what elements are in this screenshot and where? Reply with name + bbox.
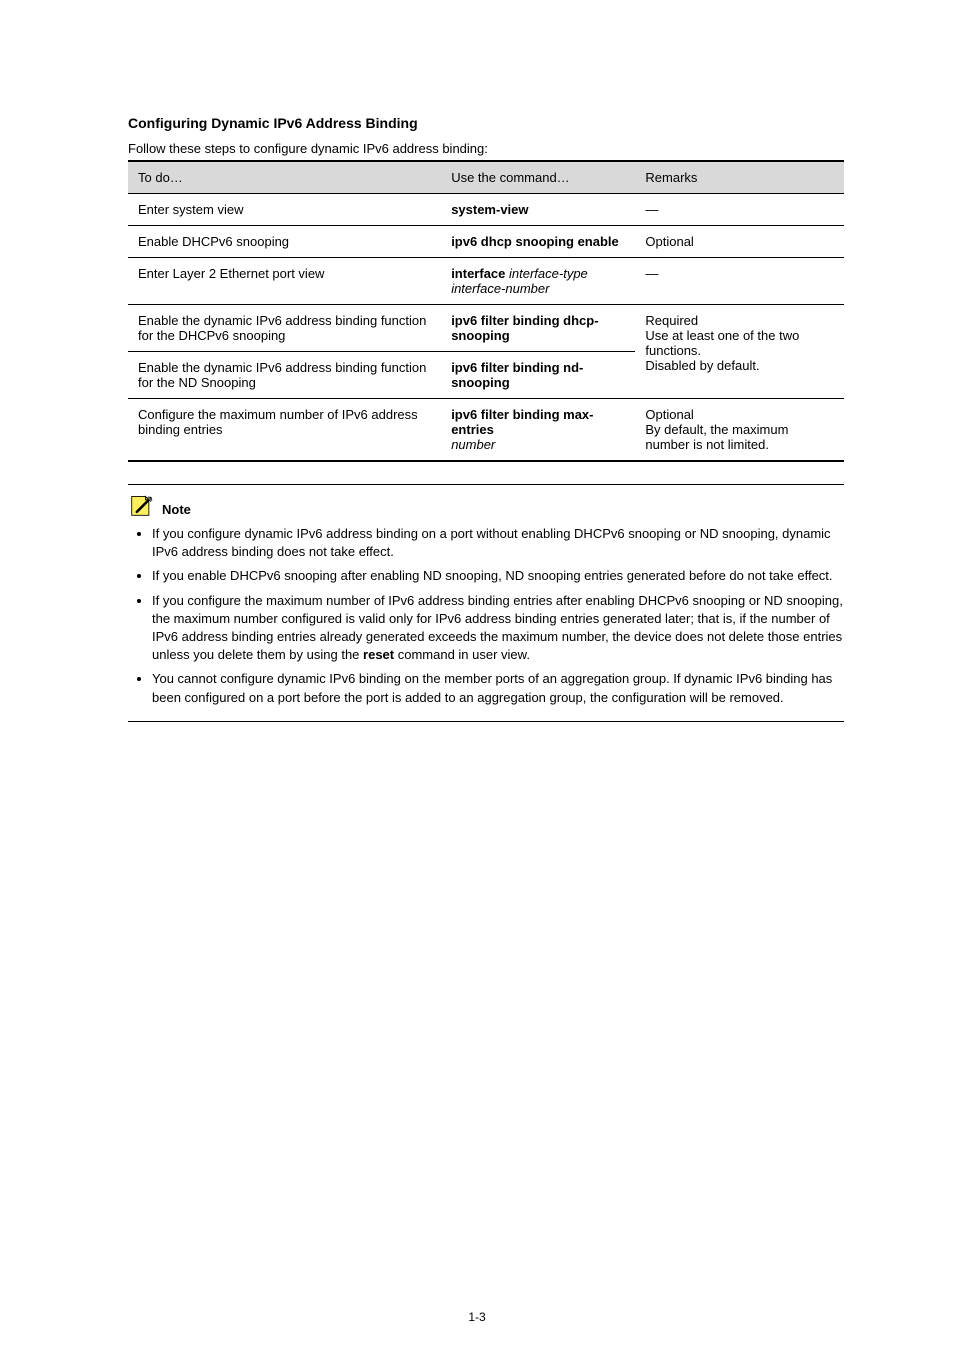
cell-action: Enter system view [128, 194, 441, 226]
cell-action: Enable the dynamic IPv6 address binding … [128, 352, 441, 399]
table-row: Configure the maximum number of IPv6 add… [128, 399, 844, 462]
col-header-remarks: Remarks [635, 161, 844, 194]
page-number: 1-3 [0, 1310, 954, 1324]
cell-command: ipv6 filter binding max-entries number [441, 399, 635, 462]
cell-remarks: — [635, 194, 844, 226]
table-row: Enable DHCPv6 snooping ipv6 dhcp snoopin… [128, 226, 844, 258]
section-title: Configuring Dynamic IPv6 Address Binding [128, 115, 844, 131]
list-item: If you configure the maximum number of I… [152, 592, 844, 665]
notes-list: If you configure dynamic IPv6 address bi… [128, 525, 844, 707]
cell-command: ipv6 dhcp snooping enable [441, 226, 635, 258]
cell-action: Enable DHCPv6 snooping [128, 226, 441, 258]
cell-action: Enable the dynamic IPv6 address binding … [128, 305, 441, 352]
note-block: Note If you configure dynamic IPv6 addre… [128, 484, 844, 722]
list-item: You cannot configure dynamic IPv6 bindin… [152, 670, 844, 706]
cell-remarks: Required Use at least one of the two fun… [635, 305, 844, 399]
list-item: If you enable DHCPv6 snooping after enab… [152, 567, 844, 585]
table-caption: Follow these steps to configure dynamic … [128, 141, 844, 156]
cell-command: ipv6 filter binding nd-snooping [441, 352, 635, 399]
note-label: Note [162, 502, 191, 517]
document-page: Configuring Dynamic IPv6 Address Binding… [0, 0, 954, 1350]
col-header-command: Use the command… [441, 161, 635, 194]
cell-action: Enter Layer 2 Ethernet port view [128, 258, 441, 305]
cell-remarks: — [635, 258, 844, 305]
cell-command: interface interface-type interface-numbe… [441, 258, 635, 305]
cell-remarks: Optional [635, 226, 844, 258]
divider [128, 484, 844, 485]
col-header-action: To do… [128, 161, 441, 194]
table-row: Enter system view system-view — [128, 194, 844, 226]
note-header: Note [128, 493, 844, 517]
cell-remarks: Optional By default, the maximum number … [635, 399, 844, 462]
cell-command: system-view [441, 194, 635, 226]
divider [128, 721, 844, 722]
table-row: Enable the dynamic IPv6 address binding … [128, 305, 844, 352]
cell-action: Configure the maximum number of IPv6 add… [128, 399, 441, 462]
table-header-row: To do… Use the command… Remarks [128, 161, 844, 194]
table-row: Enter Layer 2 Ethernet port view interfa… [128, 258, 844, 305]
note-icon [128, 493, 156, 517]
list-item: If you configure dynamic IPv6 address bi… [152, 525, 844, 561]
config-table: To do… Use the command… Remarks Enter sy… [128, 160, 844, 462]
cell-command: ipv6 filter binding dhcp-snooping [441, 305, 635, 352]
